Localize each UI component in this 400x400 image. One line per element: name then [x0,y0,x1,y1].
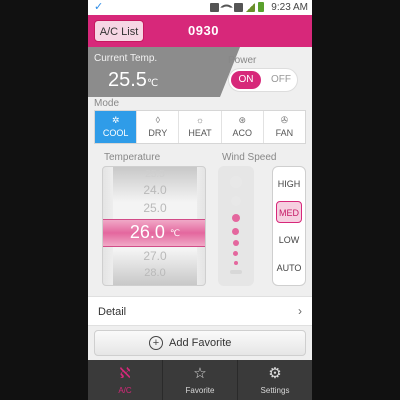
status-icons [210,0,264,14]
selected-temp[interactable]: 26.0 ℃ [103,222,205,243]
power-toggle[interactable]: ON OFF [228,68,298,92]
gear-icon: ⚙ [268,365,282,382]
wind-level-dot [230,176,242,188]
wind-level-dot-active [233,240,239,246]
detail-row[interactable]: Detail › [88,296,312,326]
mode-cool-label: COOL [102,128,129,138]
bottom-nav: ℵ A/C ☆ Favorite ⚙ Settings [88,360,312,400]
chevron-right-icon: › [298,304,302,318]
mode-aco-button[interactable]: ⊛ ACO [222,111,264,143]
ac-unit-icon: ℵ [119,365,131,382]
selected-temp-unit: ℃ [169,227,181,238]
mode-heat-label: HEAT [188,128,212,138]
current-temp-number: 25.5 [108,69,147,91]
nav-ac-label: A/C [118,386,132,395]
wind-auto-button[interactable]: AUTO [276,257,302,279]
selected-temp-value: 26.0 [129,222,165,242]
power-off-button[interactable]: OFF [267,71,295,89]
mode-cool-button[interactable]: ✲ COOL [95,111,138,143]
wind-high-button[interactable]: HIGH [276,173,302,195]
nav-settings-label: Settings [260,386,290,395]
status-bar: ✓ 9:23 AM [88,0,312,15]
wind-level-dot [231,196,241,206]
add-favorite-button[interactable]: + Add Favorite [94,330,306,356]
power-on-button[interactable]: ON [231,71,261,89]
mode-selector: ✲ COOL ◊ DRY ☼ HEAT ⊛ ACO ✇ FAN [94,110,306,144]
power-label: Power [228,55,257,66]
add-favorite-label: Add Favorite [169,337,232,349]
mode-heat-button[interactable]: ☼ HEAT [179,111,222,143]
signal-icon [246,2,255,12]
temp-option[interactable]: 25.0 [103,201,205,215]
fan-icon: ✇ [280,115,289,125]
wind-speed-label: Wind Speed [222,152,277,163]
wind-speed-selector: HIGH MED LOW AUTO [272,166,306,286]
wind-med-button[interactable]: MED [276,201,302,223]
header: A/C List 0930 [88,15,312,47]
current-temp-panel: Current Temp. 25.5℃ [88,47,240,97]
wind-speed-indicator [218,166,254,286]
notification-icon [234,2,243,12]
mode-fan-button[interactable]: ✇ FAN [264,111,305,143]
mode-aco-label: ACO [232,128,252,138]
current-temp-label: Current Temp. [94,53,158,64]
page-title: 0930 [188,23,219,38]
star-icon: ☆ [193,365,207,382]
nav-favorite-label: Favorite [185,386,215,395]
temperature-picker[interactable]: 25.5 24.0 25.0 26.0 ℃ 27.0 28.0 [102,166,206,286]
mode-dry-label: DRY [148,128,168,138]
nav-settings-tab[interactable]: ⚙ Settings [238,360,312,400]
current-temp-unit: ℃ [146,78,159,89]
snowflake-icon: ✲ [111,115,120,125]
plus-circle-icon: + [149,336,163,350]
wind-level-dot-active [232,214,240,222]
temp-option[interactable]: 27.0 [103,249,205,263]
gallery-icon [210,2,219,12]
detail-label: Detail [98,306,127,318]
status-time: 9:23 AM [271,2,308,13]
wind-level-dot-active [234,261,238,265]
current-temp-value: 25.5℃ [108,69,158,92]
temp-option[interactable]: 24.0 [103,183,205,197]
nav-favorite-tab[interactable]: ☆ Favorite [163,360,238,400]
wifi-icon [220,0,233,14]
drop-icon: ◊ [155,115,161,125]
temperature-label: Temperature [104,152,161,163]
temp-option[interactable]: 25.5 [103,169,205,180]
ac-list-back-button[interactable]: A/C List [94,20,144,42]
mode-label: Mode [94,98,120,109]
battery-icon [258,2,264,12]
wind-level-dot-active [233,251,238,256]
wind-base-icon [230,270,242,274]
mode-dry-button[interactable]: ◊ DRY [137,111,180,143]
temp-option[interactable]: 28.0 [103,267,205,279]
mode-fan-label: FAN [275,128,294,138]
wind-level-dot-active [232,228,239,235]
download-complete-icon: ✓ [94,1,104,13]
app-screen: ✓ 9:23 AM A/C List 0930 Current Temp. 25… [88,0,312,400]
wind-low-button[interactable]: LOW [276,229,302,251]
nav-ac-tab[interactable]: ℵ A/C [88,360,163,400]
auto-change-icon: ⊛ [238,115,246,125]
sun-icon: ☼ [195,115,205,125]
